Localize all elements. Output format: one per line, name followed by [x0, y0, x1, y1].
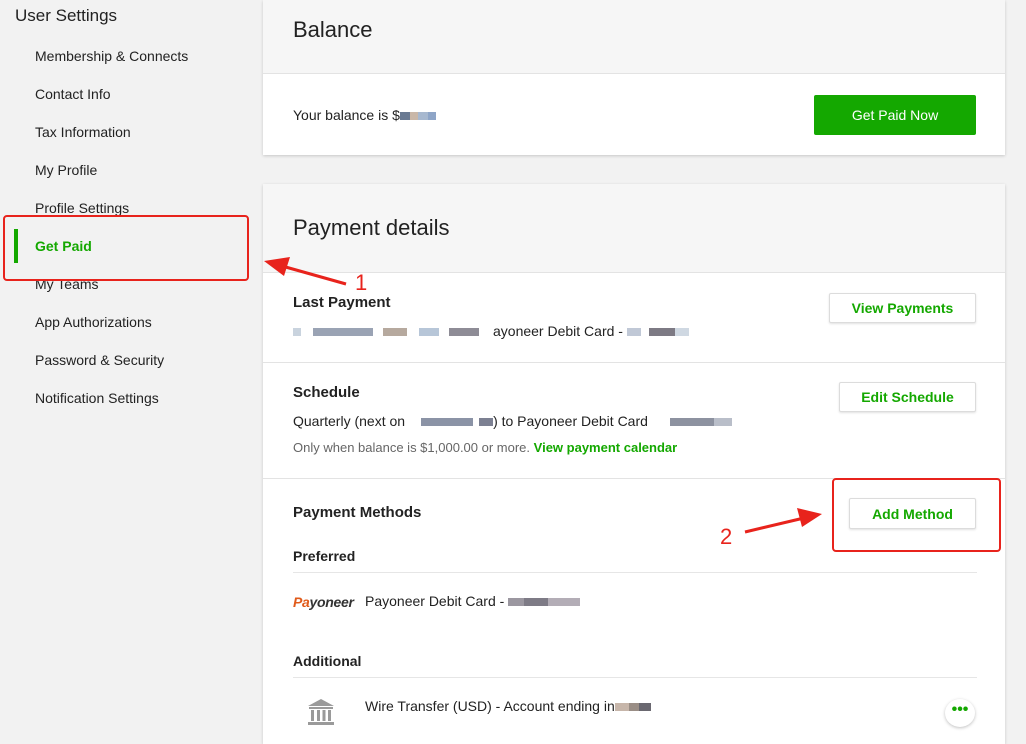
annotation-arrow-1	[264, 257, 347, 286]
